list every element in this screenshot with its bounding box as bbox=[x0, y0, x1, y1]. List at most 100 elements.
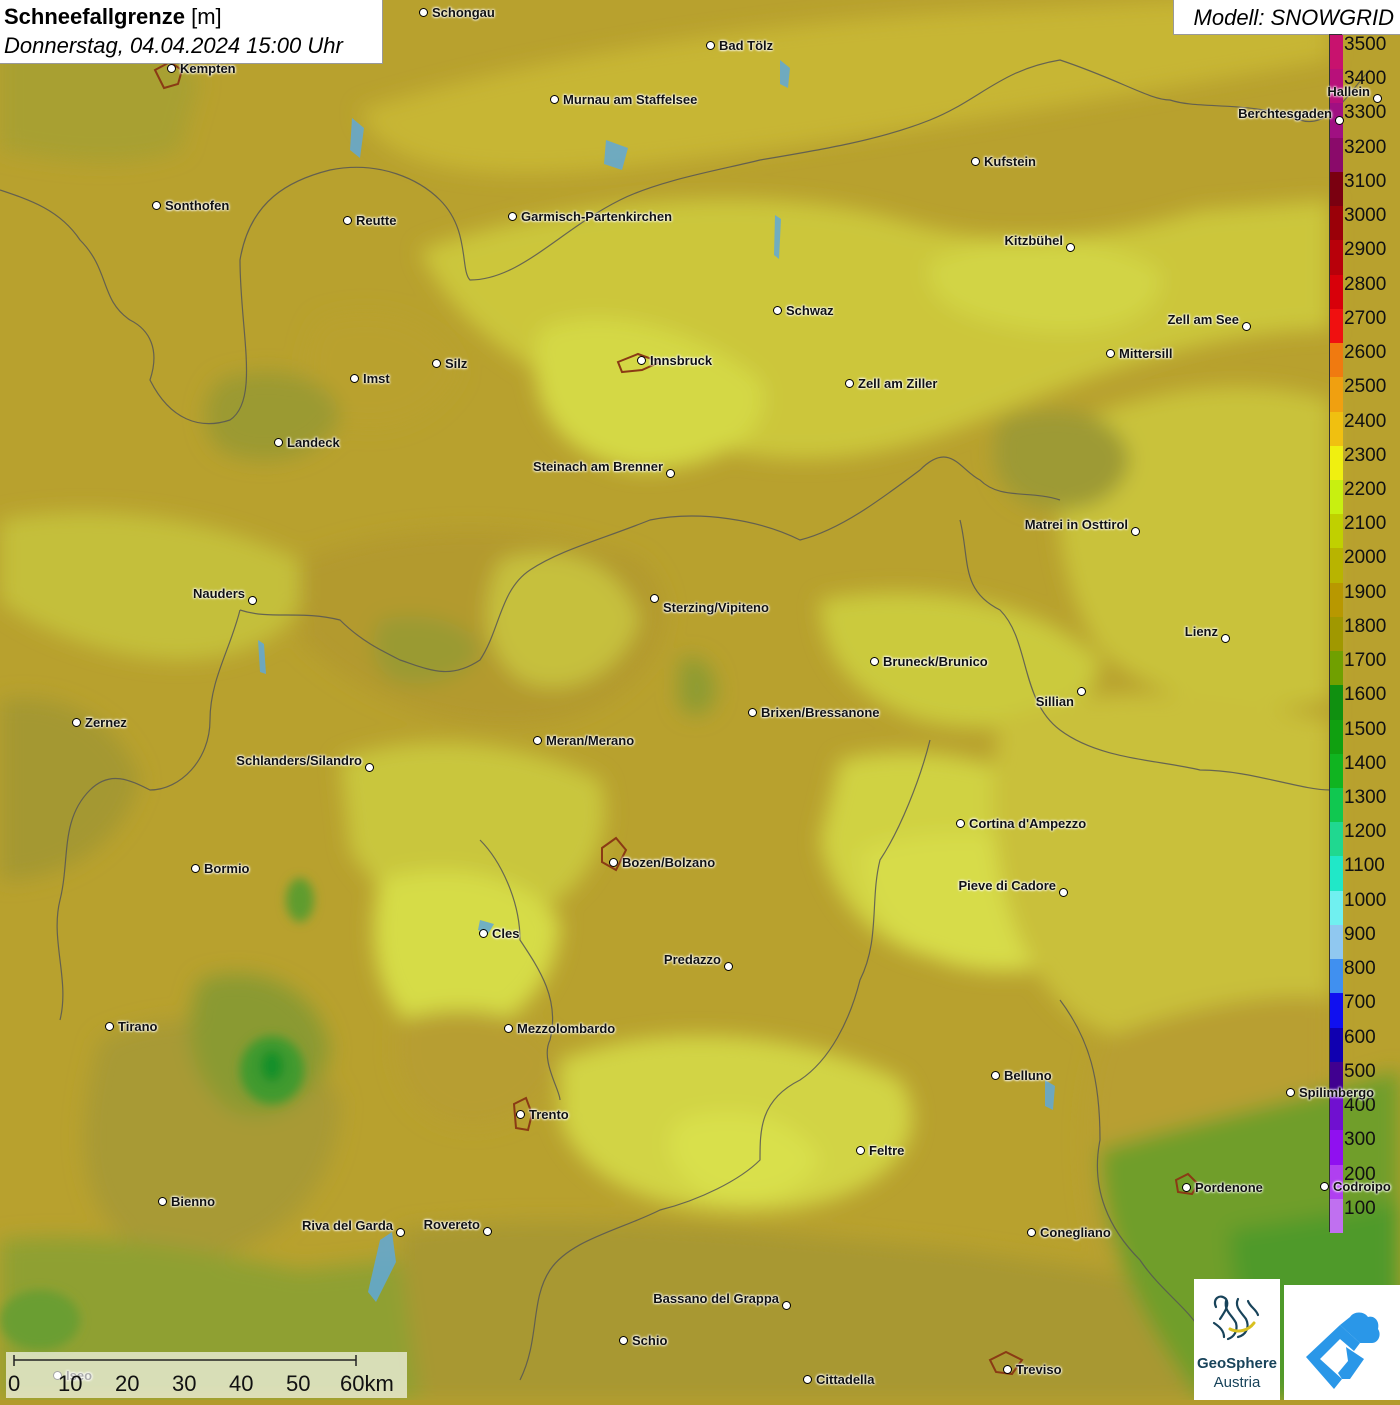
legend-swatch bbox=[1330, 719, 1343, 755]
geosphere-logo-line1: GeoSphere bbox=[1196, 1355, 1278, 1372]
legend-label: 3300 bbox=[1344, 102, 1387, 124]
city-marker bbox=[533, 736, 542, 745]
city-marker bbox=[748, 708, 757, 717]
legend-label: 300 bbox=[1344, 1129, 1376, 1151]
city-marker bbox=[248, 596, 257, 605]
legend-label: 3200 bbox=[1344, 136, 1387, 158]
legend-swatch bbox=[1330, 548, 1343, 584]
city-marker bbox=[191, 864, 200, 873]
legend-swatch bbox=[1330, 890, 1343, 926]
city-marker bbox=[773, 306, 782, 315]
legend-swatch bbox=[1330, 137, 1343, 173]
city-label: Lienz bbox=[1184, 624, 1218, 639]
city-label: Pordenone bbox=[1195, 1180, 1263, 1195]
scale-ruler bbox=[13, 1355, 357, 1366]
city-label: Treviso bbox=[1016, 1362, 1062, 1377]
model-label: Modell: SNOWGRID bbox=[1193, 5, 1394, 30]
city-marker bbox=[971, 157, 980, 166]
legend-swatch bbox=[1330, 445, 1343, 481]
color-legend: 3500 3400 3300 3200 3100 3000 2900 2800 2700 2600… bbox=[1329, 34, 1400, 1234]
city-marker bbox=[956, 819, 965, 828]
geosphere-logo-line2: Austria bbox=[1213, 1374, 1261, 1391]
legend-swatch bbox=[1330, 377, 1343, 412]
geosphere-logo[interactable]: GeoSphere Austria bbox=[1194, 1279, 1280, 1400]
city-label: Brixen/Bressanone bbox=[761, 705, 880, 720]
city-marker bbox=[1221, 634, 1230, 643]
scale-tick-50: 50 bbox=[286, 1371, 311, 1396]
city-marker bbox=[1373, 94, 1382, 103]
legend-swatch bbox=[1330, 1027, 1343, 1063]
legend-label: 700 bbox=[1344, 992, 1376, 1014]
legend-label: 2700 bbox=[1344, 307, 1387, 329]
scale-tick-40: 40 bbox=[229, 1371, 254, 1396]
legend-swatch bbox=[1330, 959, 1343, 994]
legend-label: 2600 bbox=[1344, 342, 1387, 364]
legend-label: 1500 bbox=[1344, 718, 1387, 740]
legend-label: 100 bbox=[1344, 1197, 1376, 1219]
city-marker bbox=[419, 8, 428, 17]
legend-label: 2900 bbox=[1344, 239, 1387, 261]
city-label: Steinach am Brenner bbox=[532, 459, 663, 474]
city-marker bbox=[666, 469, 675, 478]
city-marker bbox=[1242, 322, 1251, 331]
city-marker bbox=[1027, 1228, 1036, 1237]
city-label: Bormio bbox=[204, 861, 250, 876]
legend-swatch bbox=[1330, 308, 1343, 344]
city-label: Landeck bbox=[287, 435, 340, 450]
scale-tick-0: 0 bbox=[8, 1371, 21, 1396]
legend-label: 2400 bbox=[1344, 410, 1387, 432]
legend-label: 3500 bbox=[1344, 34, 1387, 55]
city-label: Schlanders/Silandro bbox=[236, 753, 362, 768]
legend-swatch bbox=[1330, 274, 1343, 310]
app-logo[interactable] bbox=[1284, 1285, 1400, 1400]
city-label: Imst bbox=[363, 371, 390, 386]
legend-label: 1900 bbox=[1344, 581, 1387, 603]
model-label-box: Modell: SNOWGRID bbox=[1173, 0, 1400, 35]
legend-swatch bbox=[1330, 856, 1343, 892]
city-label: Tirano bbox=[118, 1019, 158, 1034]
city-label: Bienno bbox=[171, 1194, 216, 1209]
city-label: Trento bbox=[529, 1107, 569, 1122]
legend-swatch bbox=[1330, 343, 1343, 378]
legend-label: 3000 bbox=[1344, 205, 1387, 227]
legend-swatch bbox=[1330, 206, 1343, 241]
legend-swatch bbox=[1330, 171, 1343, 207]
legend-label: 3100 bbox=[1344, 170, 1387, 192]
city-marker bbox=[706, 41, 715, 50]
city-label: Bozen/Bolzano bbox=[622, 855, 716, 870]
city-label: Matrei in Osttirol bbox=[1024, 517, 1128, 532]
city-marker bbox=[396, 1228, 405, 1237]
city-marker bbox=[650, 594, 659, 603]
city-marker bbox=[504, 1024, 513, 1033]
city-label: Feltre bbox=[869, 1143, 905, 1158]
legend-swatch bbox=[1330, 1096, 1343, 1131]
legend-label: 600 bbox=[1344, 1026, 1376, 1048]
city-label: Riva del Garda bbox=[301, 1218, 393, 1233]
city-marker bbox=[803, 1375, 812, 1384]
city-marker bbox=[870, 657, 879, 666]
city-marker bbox=[1131, 527, 1140, 536]
city-marker bbox=[845, 379, 854, 388]
city-marker bbox=[724, 962, 733, 971]
legend-label: 1700 bbox=[1344, 650, 1387, 672]
legend-label: 1300 bbox=[1344, 787, 1387, 809]
city-label: Schongau bbox=[432, 5, 495, 20]
city-label: Codroipo bbox=[1333, 1179, 1391, 1194]
legend-label: 500 bbox=[1344, 1060, 1376, 1082]
mountain-cloud-icon bbox=[1306, 1312, 1380, 1389]
city-label: Garmisch-Partenkirchen bbox=[521, 209, 673, 224]
city-marker bbox=[1077, 687, 1086, 696]
scale-tick-30: 30 bbox=[172, 1371, 197, 1396]
city-marker bbox=[508, 212, 517, 221]
city-label: Hallein bbox=[1327, 84, 1370, 99]
legend-swatch bbox=[1330, 616, 1343, 652]
city-marker bbox=[991, 1071, 1000, 1080]
city-label: Bassano del Grappa bbox=[653, 1291, 779, 1306]
legend-label: 2800 bbox=[1344, 273, 1387, 295]
city-label: Nauders bbox=[192, 586, 245, 601]
city-label: Berchtesgaden bbox=[1238, 106, 1332, 121]
city-label: Mittersill bbox=[1119, 346, 1173, 361]
city-marker bbox=[432, 359, 441, 368]
map-title: Schneefallgrenze [m] bbox=[4, 4, 222, 29]
map-title-box: Schneefallgrenze [m] Donnerstag, 04.04.2… bbox=[0, 0, 383, 64]
